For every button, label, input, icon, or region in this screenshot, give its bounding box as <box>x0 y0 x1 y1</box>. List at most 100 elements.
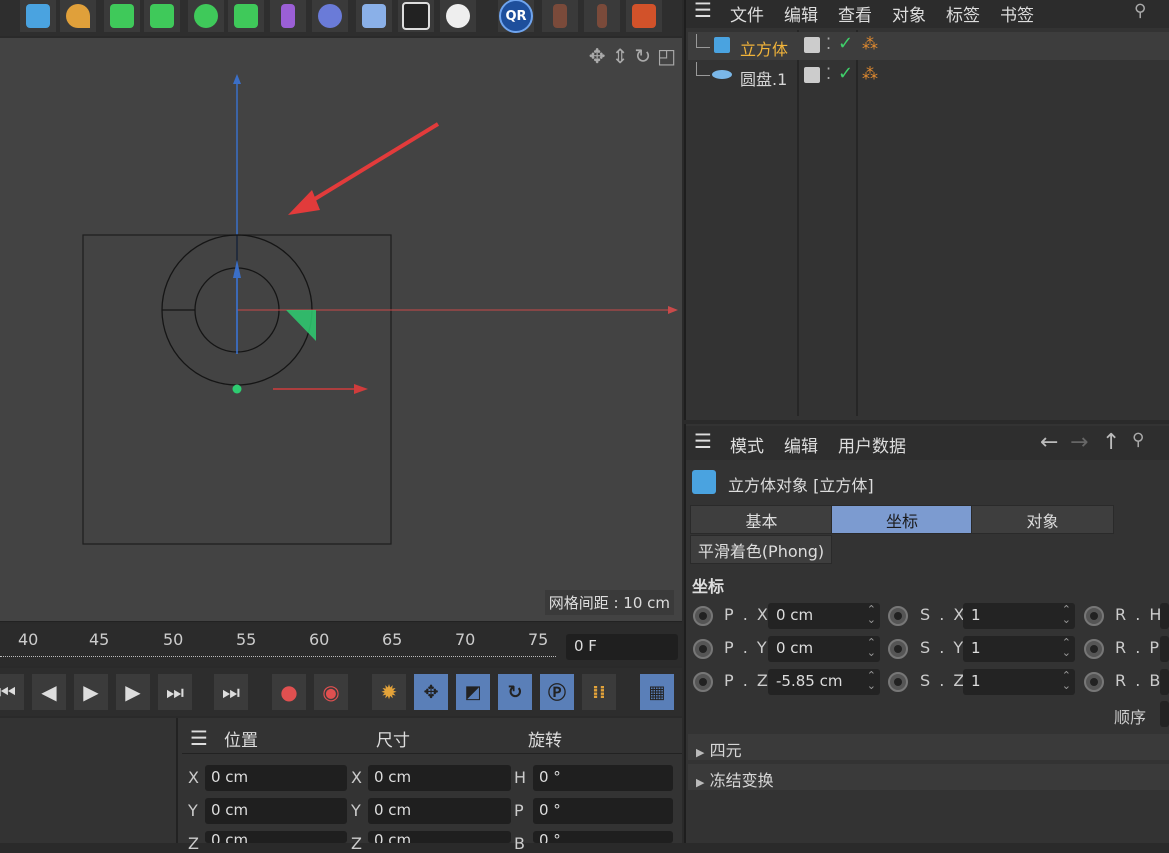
menu-edit[interactable]: 编辑 <box>784 432 818 457</box>
menu-user-data[interactable]: 用户数据 <box>838 432 906 457</box>
tab-phong[interactable]: 平滑着色(Phong) <box>690 535 832 564</box>
prev-frame-icon[interactable]: ◀ <box>32 674 66 710</box>
visibility-dots-icon[interactable]: ⁚ <box>826 34 831 53</box>
attr-rot-h[interactable] <box>1160 603 1169 629</box>
attr-scale-x[interactable]: 1 ⌃ ⌄ <box>963 603 1075 629</box>
menu-bookmarks[interactable]: 书签 <box>1000 1 1034 26</box>
object-name[interactable]: 圆盘.1 <box>740 66 787 90</box>
menu-mode[interactable]: 模式 <box>730 432 764 457</box>
brush-icon[interactable] <box>312 0 348 32</box>
key-radio[interactable] <box>1084 639 1104 659</box>
key-radio[interactable] <box>1084 606 1104 626</box>
pen-icon[interactable] <box>60 0 96 32</box>
deformer-icon[interactable] <box>270 0 306 32</box>
dynamics-icon[interactable] <box>542 0 578 32</box>
boole-icon[interactable] <box>228 0 264 32</box>
tab-basic[interactable]: 基本 <box>690 505 833 534</box>
order-dropdown[interactable] <box>1160 701 1169 727</box>
key-rotation-icon[interactable]: ↻ <box>498 674 532 710</box>
menu-object[interactable]: 对象 <box>892 1 926 26</box>
forward-arrow-icon[interactable]: → <box>1070 430 1088 455</box>
attr-rot-b[interactable] <box>1160 669 1169 695</box>
light-icon[interactable] <box>440 0 476 32</box>
coord-size-x[interactable]: 0 cm <box>368 765 511 791</box>
key-parameter-icon[interactable]: Ⓟ <box>540 674 574 710</box>
play-icon[interactable]: ▶ <box>74 674 108 710</box>
key-radio[interactable] <box>693 639 713 659</box>
key-radio[interactable] <box>888 672 908 692</box>
record-icon[interactable]: ● <box>272 674 306 710</box>
object-name[interactable]: 立方体 <box>740 36 788 60</box>
key-radio[interactable] <box>888 606 908 626</box>
object-row-disc[interactable]: 圆盘.1 ⁚ ✓ ⁂ <box>688 62 1169 90</box>
subdivide-icon[interactable] <box>104 0 140 32</box>
key-pla-icon[interactable]: ⁞⁞ <box>582 674 616 710</box>
spinner-icon[interactable]: ⌃ ⌄ <box>867 604 876 625</box>
render-icon[interactable] <box>626 0 662 32</box>
key-position-icon[interactable]: ✥ <box>414 674 448 710</box>
spinner-icon[interactable]: ⌃ ⌄ <box>867 670 876 691</box>
next-frame-icon[interactable]: ▶ <box>116 674 150 710</box>
cube-icon[interactable] <box>20 0 56 32</box>
visibility-dots-icon[interactable]: ⁚ <box>826 64 831 83</box>
coord-size-z[interactable]: 0 cm <box>368 831 511 843</box>
group-freeze-transform[interactable]: ▶ 冻结变换 <box>688 764 1169 790</box>
menu-edit[interactable]: 编辑 <box>784 1 818 26</box>
array-icon[interactable] <box>188 0 224 32</box>
layer-icon[interactable] <box>804 67 820 83</box>
key-radio[interactable] <box>693 672 713 692</box>
joint-icon[interactable] <box>584 0 620 32</box>
autokey-icon[interactable]: ◉ <box>314 674 348 710</box>
menu-file[interactable]: 文件 <box>730 1 764 26</box>
up-arrow-icon[interactable]: ↑ <box>1102 430 1120 455</box>
spinner-icon[interactable]: ⌃ ⌄ <box>1062 670 1071 691</box>
menu-icon[interactable]: ☰ <box>190 726 208 750</box>
key-radio[interactable] <box>888 639 908 659</box>
coord-pos-y[interactable]: 0 cm <box>205 798 347 824</box>
group-quaternion[interactable]: ▶ 四元 <box>688 734 1169 760</box>
viewport[interactable]: ✥ ⇕ ↻ ◰ 网格间距 : 10 cm <box>0 38 682 622</box>
tag-icon[interactable]: ⁂ <box>862 34 878 53</box>
menu-icon[interactable]: ☰ <box>694 429 712 453</box>
coord-size-y[interactable]: 0 cm <box>368 798 511 824</box>
tab-coordinates[interactable]: 坐标 <box>831 505 973 534</box>
coord-rot-b[interactable]: 0 ° <box>533 831 673 843</box>
search-icon[interactable]: ⚲ <box>1134 1 1146 21</box>
go-end-icon[interactable]: ⏭ <box>158 674 192 710</box>
attr-scale-z[interactable]: 1 ⌃ ⌄ <box>963 669 1075 695</box>
attr-rot-p[interactable] <box>1160 636 1169 662</box>
next-key-icon[interactable]: ⏭ <box>214 674 248 710</box>
current-frame-field[interactable]: 0 F <box>566 634 678 660</box>
key-radio[interactable] <box>693 606 713 626</box>
menu-tags[interactable]: 标签 <box>946 1 980 26</box>
attr-pos-y[interactable]: 0 cm ⌃ ⌄ <box>768 636 880 662</box>
coord-rot-h[interactable]: 0 ° <box>533 765 673 791</box>
tag-icon[interactable]: ⁂ <box>862 64 878 83</box>
enabled-check-icon[interactable]: ✓ <box>838 63 853 84</box>
back-arrow-icon[interactable]: ← <box>1040 430 1058 455</box>
camera-icon[interactable] <box>398 0 434 32</box>
spinner-icon[interactable]: ⌃ ⌄ <box>867 637 876 658</box>
coord-pos-z[interactable]: 0 cm <box>205 831 347 843</box>
key-scale-icon[interactable]: ◩ <box>456 674 490 710</box>
menu-icon[interactable]: ☰ <box>694 0 712 22</box>
coord-rot-p[interactable]: 0 ° <box>533 798 673 824</box>
floor-icon[interactable] <box>356 0 392 32</box>
object-row-cube[interactable]: 立方体 ⁚ ✓ ⁂ <box>688 32 1169 60</box>
attr-scale-y[interactable]: 1 ⌃ ⌄ <box>963 636 1075 662</box>
timeline-window-icon[interactable]: ▦ <box>640 674 674 710</box>
menu-view[interactable]: 查看 <box>838 1 872 26</box>
keyframe-selection-icon[interactable]: ✹ <box>372 674 406 710</box>
go-start-icon[interactable]: ⏮ <box>0 674 24 710</box>
attr-pos-z[interactable]: -5.85 cm ⌃ ⌄ <box>768 669 880 695</box>
qr-icon[interactable]: QR <box>498 0 534 33</box>
search-icon[interactable]: ⚲ <box>1132 430 1144 450</box>
coord-pos-x[interactable]: 0 cm <box>205 765 347 791</box>
tab-object[interactable]: 对象 <box>971 505 1114 534</box>
extrude-icon[interactable] <box>144 0 180 32</box>
attr-pos-x[interactable]: 0 cm ⌃ ⌄ <box>768 603 880 629</box>
key-radio[interactable] <box>1084 672 1104 692</box>
layer-icon[interactable] <box>804 37 820 53</box>
spinner-icon[interactable]: ⌃ ⌄ <box>1062 604 1071 625</box>
spinner-icon[interactable]: ⌃ ⌄ <box>1062 637 1071 658</box>
